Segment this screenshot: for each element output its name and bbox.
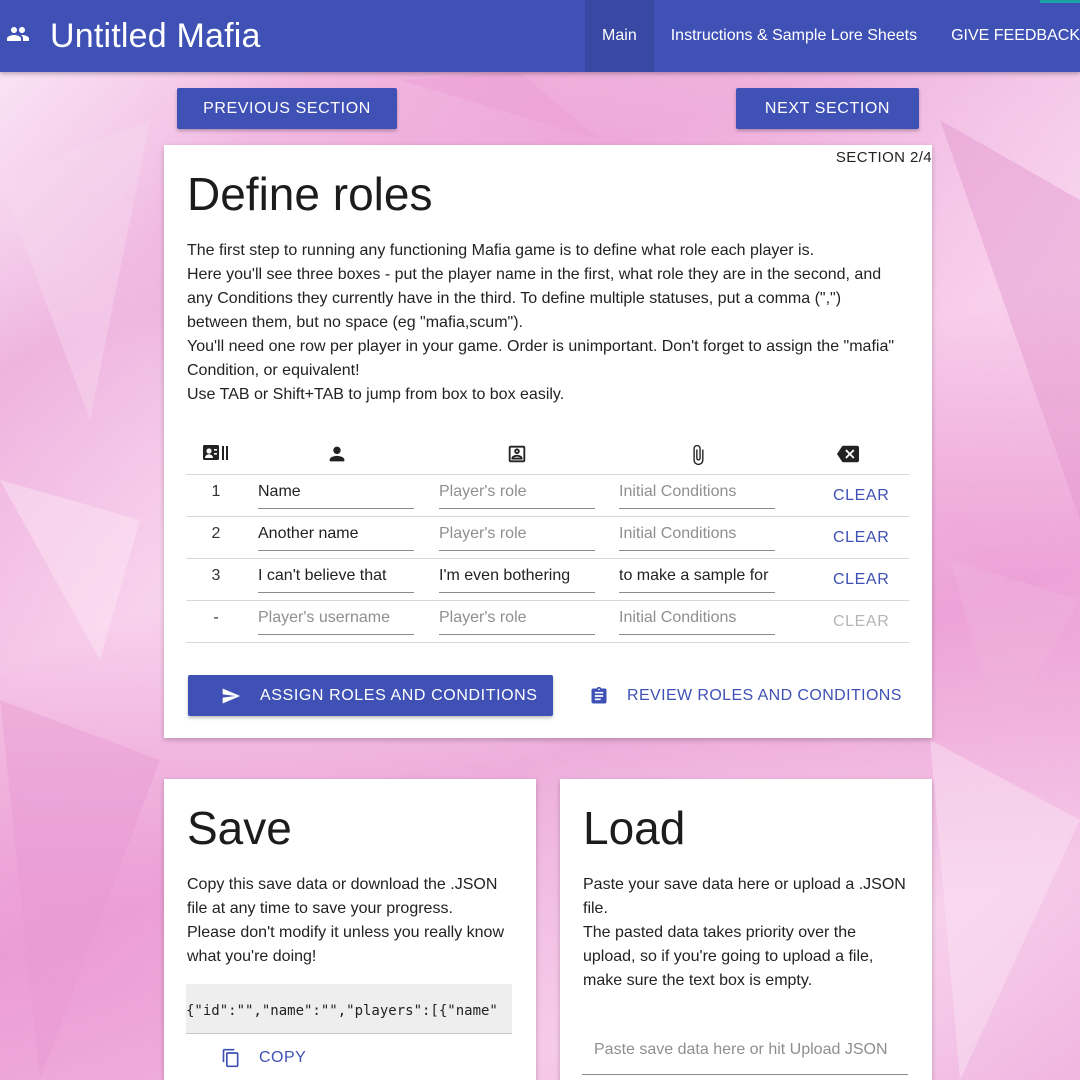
nav-give-feedback[interactable]: GIVE FEEDBACK <box>934 0 1080 72</box>
paragraph-line: file at any time to save your progress. <box>187 900 453 917</box>
table-body: 1 Name Player's role Initial Conditions CLEA… <box>186 475 909 643</box>
define-roles-card: SECTION 2/4 Define roles The first step … <box>164 145 932 738</box>
app-title: Untitled Mafia <box>50 16 261 55</box>
table-row: 3 I can't believe that I'm even bothering t… <box>186 559 909 601</box>
row-number: 1 <box>211 483 221 500</box>
paragraph-line: Paste your save data here or upload a .J… <box>583 876 906 893</box>
section-indicator: SECTION 2/4 <box>835 149 932 166</box>
paragraph-line: Here you'll see three boxes - put the pl… <box>187 266 882 283</box>
assign-roles-label: ASSIGN ROLES AND CONDITIONS <box>260 686 538 704</box>
id-badge-icon <box>202 443 230 468</box>
top-app-bar: Untitled Mafia Main Instructions & Sampl… <box>0 0 1080 72</box>
clipboard-icon <box>589 686 609 706</box>
save-data-field[interactable]: {"id":"","name":"","players":[{"name" <box>186 984 512 1034</box>
backspace-icon <box>834 443 862 470</box>
initial-conditions-input[interactable]: Initial Conditions <box>619 475 775 509</box>
table-row: - Player's username Player's role Initial C… <box>186 601 909 643</box>
copy-button[interactable]: COPY <box>221 1047 306 1069</box>
previous-section-button[interactable]: PREVIOUS SECTION <box>177 88 397 129</box>
copy-icon <box>221 1047 241 1069</box>
brand[interactable]: Untitled Mafia <box>0 0 261 72</box>
paragraph-line: You'll need one row per player in your g… <box>187 338 895 355</box>
attachment-icon <box>687 443 709 472</box>
player-name-input[interactable]: Player's username <box>258 601 414 635</box>
player-name-input[interactable]: Another name <box>258 517 414 551</box>
player-role-input[interactable]: Player's role <box>439 601 595 635</box>
paragraph-line: any Conditions they currently have in th… <box>187 290 842 307</box>
row-number: 2 <box>211 525 221 542</box>
paragraph-line: Please don't modify it unless you really… <box>187 924 504 941</box>
row-number: 3 <box>211 567 221 584</box>
paragraph-line: Use TAB or Shift+TAB to jump from box to… <box>187 386 565 403</box>
paragraph-line: The pasted data takes priority over the <box>583 924 857 941</box>
nav-main[interactable]: Main <box>585 0 654 72</box>
table-row: 1 Name Player's role Initial Conditions CLEA… <box>186 475 909 517</box>
review-roles-label: REVIEW ROLES AND CONDITIONS <box>627 686 902 704</box>
save-description: Copy this save data or download the .JSO… <box>187 873 504 969</box>
paragraph-line: Copy this save data or download the .JSO… <box>187 876 498 893</box>
table-header <box>186 435 909 475</box>
player-role-input[interactable]: Player's role <box>439 475 595 509</box>
clear-row-button[interactable]: CLEAR <box>833 529 889 547</box>
card-title: Define roles <box>187 168 433 220</box>
player-role-input[interactable]: I'm even bothering <box>439 559 595 593</box>
nav-instructions[interactable]: Instructions & Sample Lore Sheets <box>654 0 934 72</box>
assign-roles-button[interactable]: ASSIGN ROLES AND CONDITIONS <box>188 675 553 716</box>
player-name-input[interactable]: I can't believe that <box>258 559 414 593</box>
clear-row-button[interactable]: CLEAR <box>833 571 889 589</box>
paragraph-line: between them, but no space (eg "mafia,sc… <box>187 314 523 331</box>
nav-accent-bar <box>1040 0 1080 3</box>
load-card: Load Paste your save data here or upload… <box>560 779 932 1080</box>
paragraph-line: what you're doing! <box>187 948 317 965</box>
next-section-button[interactable]: NEXT SECTION <box>736 88 919 129</box>
roles-table: 1 Name Player's role Initial Conditions CLEA… <box>186 435 909 643</box>
clear-row-button[interactable]: CLEAR <box>833 613 889 631</box>
paragraph-line: file. <box>583 900 608 917</box>
send-icon <box>220 686 242 706</box>
initial-conditions-input[interactable]: Initial Conditions <box>619 517 775 551</box>
people-icon <box>0 22 34 51</box>
review-roles-button[interactable]: REVIEW ROLES AND CONDITIONS <box>589 675 902 716</box>
paragraph-line: upload, so if you're going to upload a f… <box>583 948 874 965</box>
person-icon <box>326 443 348 470</box>
instructions-text: The first step to running any functionin… <box>187 239 894 407</box>
row-number: - <box>213 609 219 626</box>
table-row: 2 Another name Player's role Initial Condit… <box>186 517 909 559</box>
paragraph-line: make sure the text box is empty. <box>583 972 813 989</box>
load-data-input[interactable]: Paste save data here or hit Upload JSON <box>582 1029 908 1075</box>
copy-label: COPY <box>259 1049 307 1066</box>
load-description: Paste your save data here or upload a .J… <box>583 873 906 993</box>
top-nav: Main Instructions & Sample Lore Sheets G… <box>585 0 1080 72</box>
load-title: Load <box>583 802 686 854</box>
player-name-input[interactable]: Name <box>258 475 414 509</box>
clear-row-button[interactable]: CLEAR <box>833 487 889 505</box>
player-role-input[interactable]: Player's role <box>439 517 595 551</box>
save-title: Save <box>187 802 292 854</box>
save-card: Save Copy this save data or download the… <box>164 779 536 1080</box>
paragraph-line: Condition, or equivalent! <box>187 362 360 379</box>
initial-conditions-input[interactable]: Initial Conditions <box>619 601 775 635</box>
account-box-icon <box>506 443 528 470</box>
initial-conditions-input[interactable]: to make a sample for <box>619 559 775 593</box>
paragraph-line: The first step to running any functionin… <box>187 242 815 259</box>
